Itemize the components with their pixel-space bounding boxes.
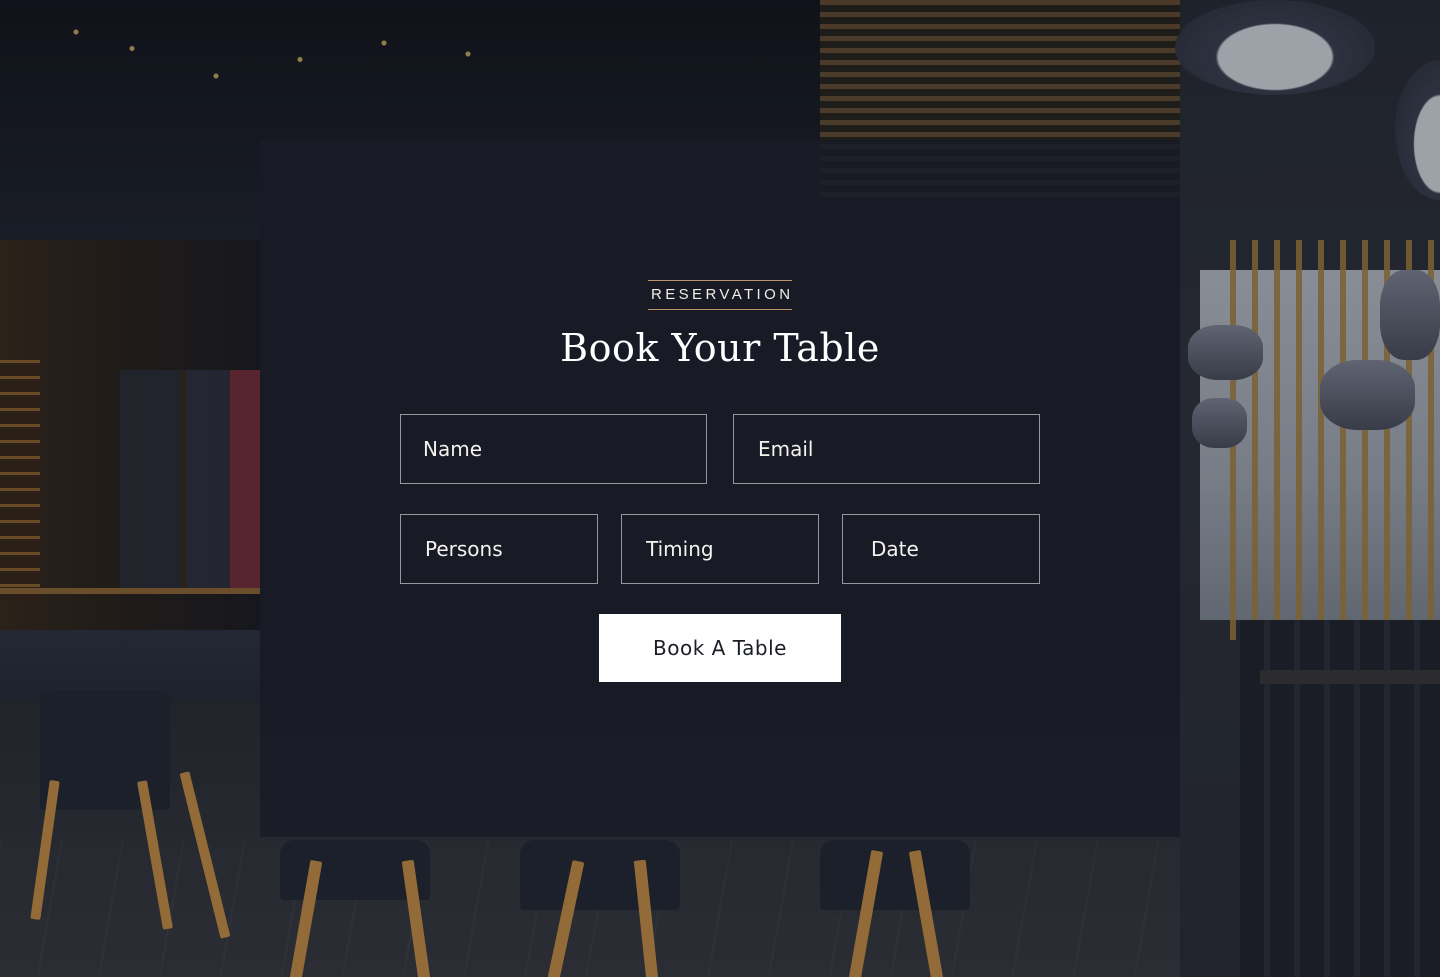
reservation-section: RESERVATION Book Your Table Book A Table xyxy=(0,0,1440,977)
name-input[interactable] xyxy=(400,414,707,484)
persons-input[interactable] xyxy=(400,514,598,584)
section-eyebrow: RESERVATION xyxy=(648,280,792,310)
book-table-button[interactable]: Book A Table xyxy=(599,614,841,682)
date-input[interactable] xyxy=(842,514,1040,584)
timing-input[interactable] xyxy=(621,514,819,584)
reservation-panel xyxy=(260,140,1180,837)
section-title: Book Your Table xyxy=(560,326,880,370)
email-input[interactable] xyxy=(733,414,1040,484)
